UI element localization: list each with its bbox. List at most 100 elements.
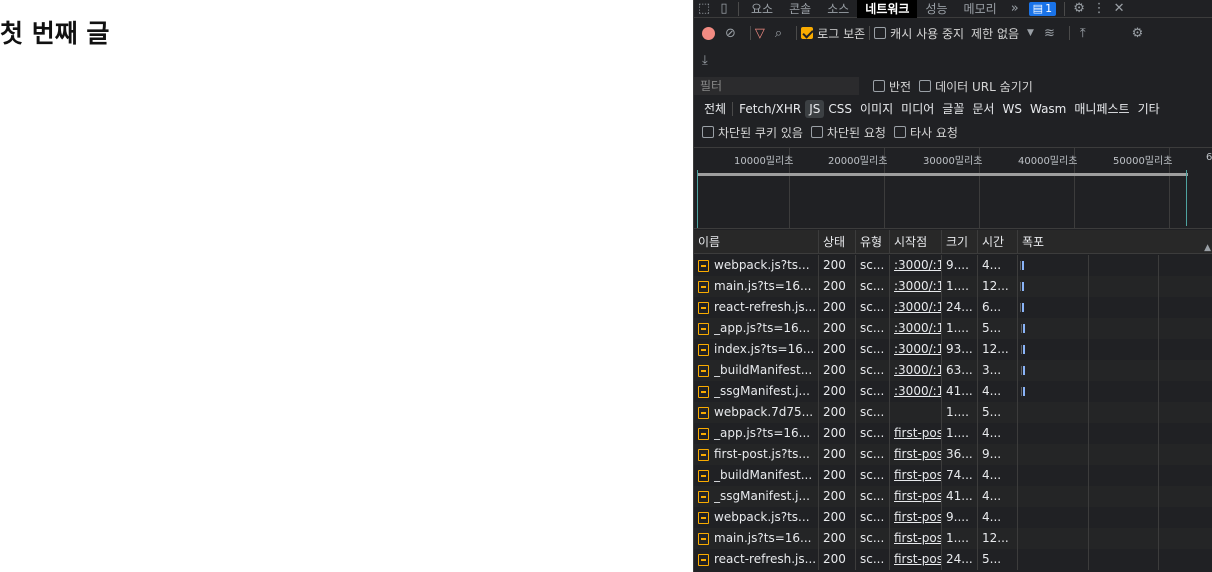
table-row[interactable]: _ssgManifest.j... 200sc... first-post41...…: [694, 486, 1212, 507]
type-img[interactable]: 이미지: [856, 100, 897, 118]
hide-data-urls-checkbox[interactable]: [919, 80, 932, 92]
initiator-link[interactable]: :3000/:1: [894, 363, 941, 377]
invert-checkbox[interactable]: [873, 80, 885, 92]
type-js[interactable]: JS: [805, 100, 825, 118]
column-header-size[interactable]: 크기: [942, 230, 978, 254]
initiator-link[interactable]: :3000/:1: [894, 300, 941, 314]
throttling-select[interactable]: 제한 없음: [971, 25, 1019, 42]
table-row[interactable]: _app.js?ts=16... 200sc... first-post1....4…: [694, 423, 1212, 444]
request-initiator[interactable]: :3000/:1: [890, 255, 942, 276]
filter-input[interactable]: 필터: [694, 77, 859, 95]
table-row[interactable]: _buildManifest... 200sc... first-post74...…: [694, 465, 1212, 486]
network-conditions-icon[interactable]: ≋: [1044, 27, 1055, 40]
initiator-link[interactable]: :3000/:1: [894, 321, 941, 335]
network-settings-icon[interactable]: ⚙: [1132, 27, 1144, 40]
table-row[interactable]: _ssgManifest.j... 200 sc...:3000/:1 41... 4.…: [694, 381, 1212, 402]
request-initiator[interactable]: :3000/:1: [890, 339, 942, 360]
request-name-cell[interactable]: _buildManifest...: [694, 465, 819, 486]
table-row[interactable]: react-refresh.js...200sc... first-post24.…: [694, 549, 1212, 570]
request-name-cell[interactable]: index.js?ts=16...: [694, 339, 819, 360]
type-manifest[interactable]: 매니페스트: [1070, 100, 1133, 118]
table-row[interactable]: main.js?ts=16... 200 sc...:3000/:1 1.... 12.…: [694, 276, 1212, 297]
filter-icon[interactable]: ▽: [755, 27, 765, 40]
initiator-link[interactable]: :3000/:1: [894, 258, 941, 272]
settings-gear-icon[interactable]: ⚙: [1069, 0, 1089, 18]
column-header-waterfall[interactable]: 폭포 ▲: [1018, 230, 1212, 254]
type-doc[interactable]: 문서: [968, 100, 998, 118]
initiator-link[interactable]: first-post: [894, 468, 941, 482]
tab-console[interactable]: 콘솔: [781, 0, 819, 18]
table-row[interactable]: _app.js?ts=16... 200 sc...:3000/:1 1.... 5..…: [694, 318, 1212, 339]
tab-network[interactable]: 네트워크: [857, 0, 918, 18]
request-initiator[interactable]: first-post: [890, 423, 942, 444]
table-row[interactable]: _buildManifest... 200 sc...:3000/:1 63... 3.…: [694, 360, 1212, 381]
request-name-cell[interactable]: _app.js?ts=16...: [694, 423, 819, 444]
request-name-cell[interactable]: _buildManifest...: [694, 360, 819, 381]
type-wasm[interactable]: Wasm: [1026, 100, 1070, 118]
column-header-name[interactable]: 이름: [694, 230, 819, 254]
network-overview[interactable]: 10000밀리초 20000밀리초 30000밀리초 40000밀리초 5000…: [694, 147, 1212, 229]
close-icon[interactable]: ✕: [1109, 0, 1129, 18]
initiator-link[interactable]: first-post: [894, 447, 941, 461]
request-initiator[interactable]: :3000/:1: [890, 318, 942, 339]
initiator-link[interactable]: first-post: [894, 510, 941, 524]
initiator-link[interactable]: :3000/:1: [894, 279, 941, 293]
import-har-icon[interactable]: ⤒: [1080, 27, 1086, 40]
tab-elements[interactable]: 요소: [743, 0, 781, 18]
tab-performance[interactable]: 성능: [917, 0, 955, 18]
preserve-log-checkbox[interactable]: [801, 27, 814, 39]
overview-left-handle[interactable]: [697, 170, 698, 228]
column-header-status[interactable]: 상태: [819, 230, 856, 254]
table-row[interactable]: first-post.js?ts... 200sc... first-post36.…: [694, 444, 1212, 465]
initiator-link[interactable]: first-post: [894, 552, 941, 566]
issues-badge[interactable]: ▤ 1: [1028, 1, 1057, 16]
request-initiator[interactable]: first-post: [890, 528, 942, 549]
record-button[interactable]: [702, 26, 715, 40]
blocked-requests-checkbox[interactable]: [810, 126, 823, 138]
third-party-checkbox[interactable]: [893, 126, 906, 138]
request-initiator[interactable]: first-post: [890, 465, 942, 486]
type-css[interactable]: CSS: [824, 100, 856, 118]
request-name-cell[interactable]: react-refresh.js...: [694, 297, 819, 318]
clear-icon[interactable]: ⊘: [725, 27, 736, 40]
blocked-cookies-checkbox[interactable]: [702, 126, 714, 138]
request-name-cell[interactable]: main.js?ts=16...: [694, 528, 819, 549]
column-header-time[interactable]: 시간: [978, 230, 1018, 254]
overview-right-handle[interactable]: [1186, 170, 1187, 226]
request-initiator[interactable]: :3000/:1: [890, 276, 942, 297]
column-header-initiator[interactable]: 시작점: [890, 230, 942, 254]
request-initiator[interactable]: :3000/:1: [890, 360, 942, 381]
request-initiator[interactable]: first-post: [890, 486, 942, 507]
table-row[interactable]: index.js?ts=16... 200 sc...:3000/:1 93... 12…: [694, 339, 1212, 360]
more-options-icon[interactable]: ⋮: [1089, 0, 1109, 18]
tab-sources[interactable]: 소스: [819, 0, 857, 18]
initiator-link[interactable]: first-post: [894, 531, 941, 545]
export-har-icon[interactable]: ⤓: [702, 54, 708, 67]
device-toolbar-icon[interactable]: ▯: [714, 0, 734, 18]
table-row[interactable]: main.js?ts=16... 200sc... first-post1....1…: [694, 528, 1212, 549]
request-name-cell[interactable]: _ssgManifest.j...: [694, 381, 819, 402]
table-row[interactable]: react-refresh.js... 200 sc...:3000/:1 24...…: [694, 297, 1212, 318]
table-row[interactable]: webpack.js?ts... 200 sc...:3000/:1 9.... 4..…: [694, 255, 1212, 276]
inspect-element-icon[interactable]: ⬚: [694, 0, 714, 18]
more-tabs-icon[interactable]: »: [1005, 0, 1025, 18]
request-initiator[interactable]: first-post: [890, 549, 942, 570]
request-name-cell[interactable]: first-post.js?ts...: [694, 444, 819, 465]
request-name-cell[interactable]: main.js?ts=16...: [694, 276, 819, 297]
request-name-cell[interactable]: react-refresh.js...: [694, 549, 819, 570]
column-header-type[interactable]: 유형: [856, 230, 890, 254]
request-name-cell[interactable]: webpack.7d75...: [694, 402, 819, 423]
type-media[interactable]: 미디어: [897, 100, 938, 118]
type-ws[interactable]: WS: [998, 100, 1025, 118]
type-font[interactable]: 글꼴: [938, 100, 968, 118]
request-name-cell[interactable]: webpack.js?ts...: [694, 255, 819, 276]
request-name-cell[interactable]: webpack.js?ts...: [694, 507, 819, 528]
initiator-link[interactable]: first-post: [894, 426, 941, 440]
search-icon[interactable]: ⌕: [775, 27, 782, 40]
initiator-link[interactable]: first-post: [894, 489, 941, 503]
table-row[interactable]: webpack.js?ts... 200sc... first-post9....4…: [694, 507, 1212, 528]
request-initiator[interactable]: :3000/:1: [890, 381, 942, 402]
request-initiator[interactable]: first-post: [890, 444, 942, 465]
request-initiator[interactable]: first-post: [890, 507, 942, 528]
chevron-down-icon[interactable]: ▼: [1027, 28, 1034, 38]
